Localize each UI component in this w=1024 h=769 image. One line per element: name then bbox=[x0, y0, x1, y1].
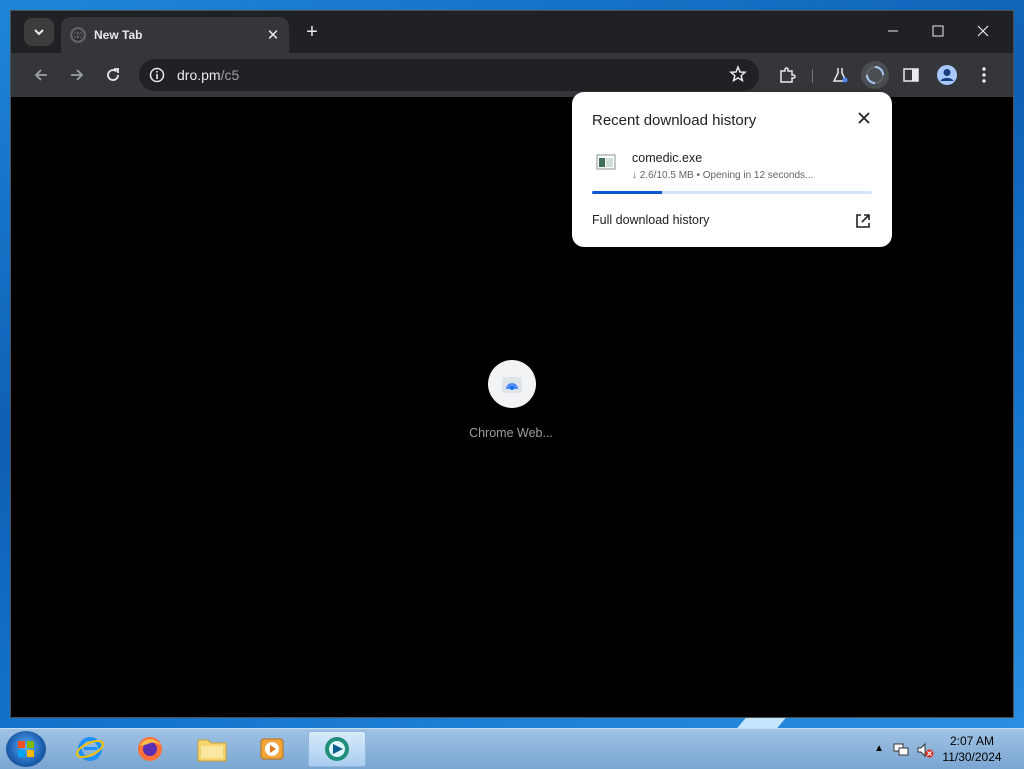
taskbar-file-explorer[interactable] bbox=[186, 731, 238, 767]
labs-button[interactable] bbox=[826, 61, 854, 89]
reload-button[interactable] bbox=[99, 61, 127, 89]
firefox-icon bbox=[138, 737, 162, 761]
windows-logo-icon bbox=[18, 741, 34, 757]
download-progress-fill bbox=[592, 191, 662, 194]
flask-icon bbox=[832, 68, 848, 83]
side-panel-button[interactable] bbox=[897, 61, 925, 89]
globe-icon bbox=[70, 27, 86, 43]
forward-arrow-icon bbox=[71, 69, 84, 81]
browser-toolbar: dro.pm/c5 bbox=[11, 53, 1013, 97]
download-bubble-close-icon[interactable] bbox=[854, 108, 874, 128]
site-info-icon[interactable] bbox=[149, 67, 165, 83]
minimize-icon bbox=[888, 30, 898, 32]
taskbar-internet-explorer[interactable] bbox=[64, 731, 116, 767]
download-bubble: Recent download history comedic.exe ↓ 2.… bbox=[572, 92, 892, 247]
open-in-new-icon[interactable] bbox=[854, 212, 872, 230]
clock-date: 11/30/2024 bbox=[942, 750, 1002, 764]
resize-cursor-icon: ↔ bbox=[1000, 406, 1016, 423]
web-store-icon bbox=[502, 377, 522, 393]
chevron-down-icon bbox=[34, 29, 44, 36]
back-button[interactable] bbox=[27, 61, 55, 89]
forward-button[interactable] bbox=[63, 61, 91, 89]
tab-new-tab[interactable]: New Tab ✕ bbox=[61, 17, 289, 53]
shortcut-label: Chrome Web... bbox=[469, 426, 553, 440]
tab-strip: New Tab ✕ + bbox=[11, 11, 1013, 53]
side-panel-icon bbox=[903, 68, 919, 82]
taskbar-active-app[interactable] bbox=[308, 731, 366, 767]
maximize-button[interactable] bbox=[918, 19, 958, 43]
taskbar: ▲ 2:07 AM 11/30/2024 bbox=[0, 728, 1024, 769]
url-text: dro.pm/c5 bbox=[177, 67, 239, 83]
network-icon[interactable] bbox=[892, 742, 910, 758]
taskbar-firefox[interactable] bbox=[124, 731, 176, 767]
start-button[interactable] bbox=[6, 731, 46, 767]
new-tab-button[interactable]: + bbox=[301, 21, 323, 43]
download-progress-icon bbox=[866, 66, 884, 84]
volume-muted-icon[interactable] bbox=[916, 741, 934, 759]
chrome-web-store-shortcut[interactable] bbox=[488, 360, 536, 408]
close-button[interactable] bbox=[963, 19, 1003, 43]
address-bar[interactable]: dro.pm/c5 bbox=[139, 59, 759, 91]
tab-close-icon[interactable]: ✕ bbox=[263, 26, 283, 44]
internet-explorer-icon bbox=[76, 737, 104, 761]
extensions-button[interactable] bbox=[773, 61, 801, 89]
file-icon bbox=[596, 154, 616, 170]
minimize-button[interactable] bbox=[873, 19, 913, 43]
reload-icon bbox=[107, 68, 119, 81]
bookmark-star-icon[interactable] bbox=[729, 64, 747, 88]
url-path: /c5 bbox=[220, 67, 240, 83]
avatar-icon bbox=[937, 65, 957, 85]
taskbar-clock[interactable]: 2:07 AM 11/30/2024 bbox=[940, 733, 1004, 765]
puzzle-icon bbox=[780, 67, 796, 83]
close-icon bbox=[977, 25, 989, 37]
clock-time: 2:07 AM bbox=[949, 734, 995, 748]
full-download-history-link[interactable]: Full download history bbox=[592, 213, 709, 227]
menu-button[interactable] bbox=[970, 61, 998, 89]
show-hidden-icons-icon[interactable]: ▲ bbox=[874, 743, 884, 754]
back-arrow-icon bbox=[34, 69, 47, 81]
maximize-icon bbox=[932, 25, 944, 37]
download-progress-bar bbox=[592, 191, 872, 194]
folder-icon bbox=[197, 739, 227, 762]
tab-title: New Tab bbox=[94, 28, 143, 42]
tab-search-button[interactable] bbox=[24, 18, 54, 46]
download-filename[interactable]: comedic.exe bbox=[632, 151, 702, 165]
app-icon bbox=[325, 737, 349, 761]
download-bubble-title: Recent download history bbox=[592, 112, 757, 129]
toolbar-separator bbox=[812, 69, 813, 83]
url-host: dro.pm bbox=[177, 67, 221, 83]
download-status: ↓ 2.6/10.5 MB • Opening in 12 seconds... bbox=[632, 170, 814, 181]
kebab-menu-icon bbox=[982, 67, 986, 83]
media-player-icon bbox=[260, 738, 284, 760]
download-button[interactable] bbox=[861, 61, 889, 89]
taskbar-media-player[interactable] bbox=[246, 731, 298, 767]
profile-button[interactable] bbox=[933, 61, 961, 89]
